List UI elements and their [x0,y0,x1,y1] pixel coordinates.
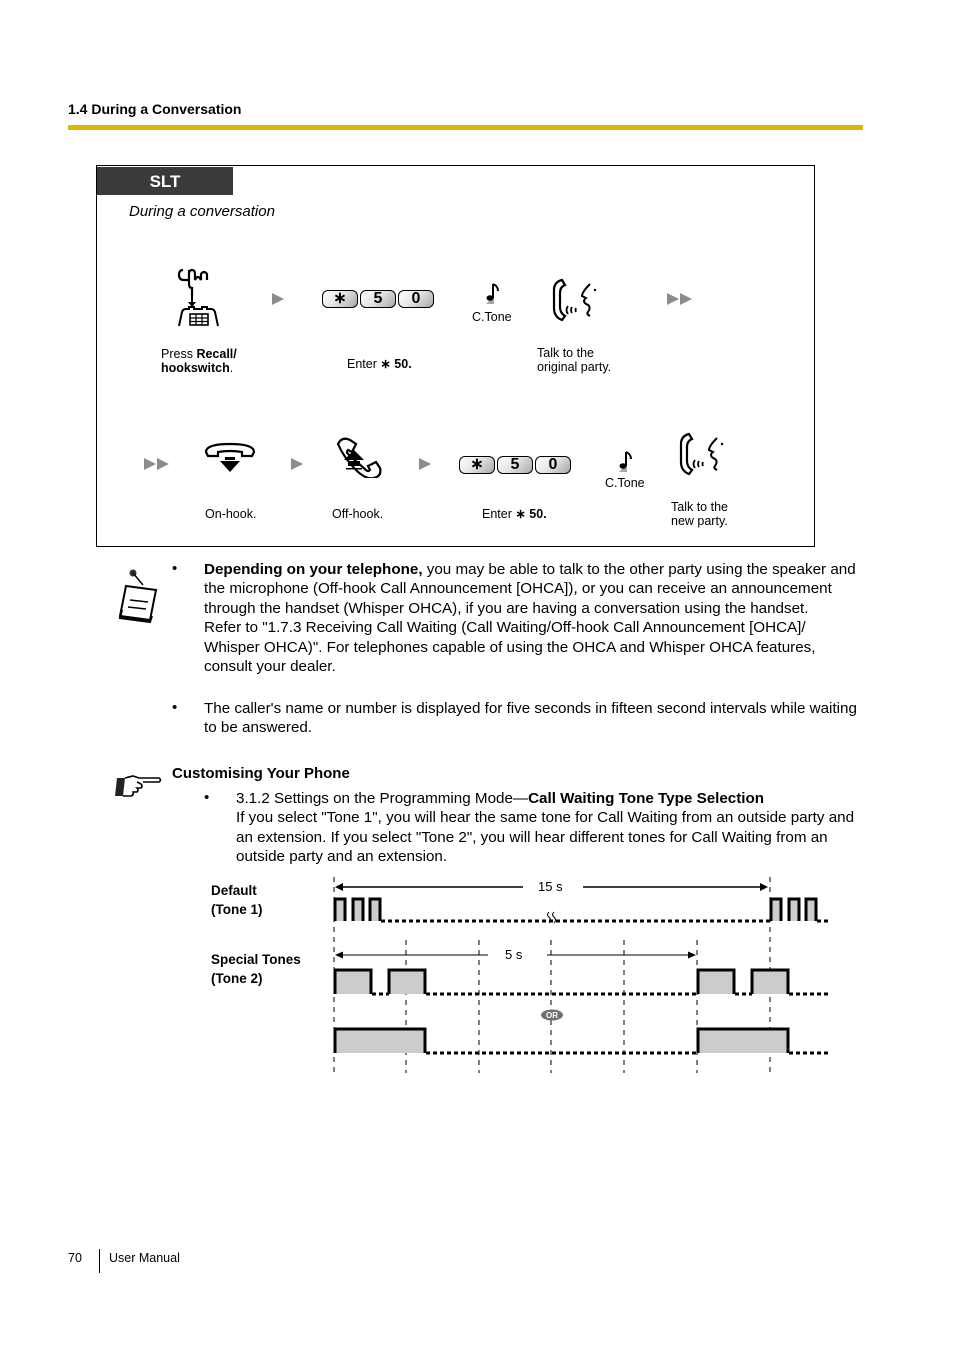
tone-pulse [333,897,347,921]
or-badge-label: OR [546,1011,558,1020]
tone-pulse [696,1027,790,1053]
code-label: ∗ 50. [380,357,412,371]
arrow-head-left [335,951,343,959]
special-label-line2: (Tone 2) [211,971,263,986]
caption-suffix: . [229,361,234,375]
next-arrow-icon [291,458,303,470]
continue-arrow-icon [144,458,169,470]
footer-divider [99,1249,100,1273]
off-hook-icon [336,437,382,478]
note-item-2: The caller's name or number is displayed… [204,700,857,737]
tone-pulse [696,968,736,994]
tone-pulse [333,1027,427,1053]
off-hook-caption: Off-hook. [332,507,384,521]
ctone-label: C.Tone [605,476,645,490]
note-reference: Refer to "1.7.3 Receiving Call Waiting (… [204,619,816,676]
notepad-icon [118,569,158,624]
customising-link-text[interactable]: 3.1.2 Settings on the Programming Mode— [236,790,528,807]
on-hook-icon [204,442,256,472]
code-label: ∗ 50. [515,507,547,521]
customising-heading: Customising Your Phone [172,765,350,782]
next-arrow-icon [272,293,284,305]
step-enter-code-caption: Enter ∗ 50. [347,357,412,371]
feature-code-keys: ∗ 5 0 [459,456,571,474]
special-tone-label: Special Tones (Tone 2) [211,950,301,988]
default-label-line2: (Tone 1) [211,902,263,917]
section-title: 1.4 During a Conversation [68,101,242,117]
bullet: • [204,789,210,806]
customising-item: 3.1.2 Settings on the Programming Mode—C… [236,789,856,867]
arrow-head-left [335,883,343,891]
on-hook-caption: On-hook. [205,507,257,521]
talk-original-caption: Talk to the original party. [537,346,612,374]
key-5: 5 [360,290,396,308]
note-item-1: Depending on your telephone, you may be … [204,560,859,676]
tone-pulse [333,968,373,994]
step-enter-code-caption: Enter ∗ 50. [482,507,547,521]
talk-new-caption: Talk to the new party. [671,500,728,528]
interval-5s-label: 5 s [505,947,523,962]
tone2a-pulses [333,968,790,994]
tone2b-pulses [333,1027,790,1053]
special-label-line1: Special Tones [211,952,301,967]
header-rule [68,125,863,130]
ctone-label: C.Tone [472,310,512,324]
next-arrow-icon [419,458,431,470]
tone-pulse [368,897,382,921]
tone-pulse [804,897,818,921]
key-0: 0 [398,290,434,308]
talk-handset-icon [552,278,597,322]
pointing-hand-icon [115,775,162,797]
confirmation-tone-icon [486,283,499,304]
interval-15s-label: 15 s [538,879,563,894]
step-press-recall-caption: Press Recall/hookswitch. [161,347,237,375]
bullet: • [172,560,178,577]
tone1-pulses [333,897,818,921]
key-star: ∗ [459,456,495,474]
confirmation-tone-icon [619,451,632,472]
tone-pulse [787,897,801,921]
caption-prefix: Press [161,347,197,361]
procedure-subtitle: During a conversation [129,203,275,220]
tone-pulse [351,897,365,921]
caption-prefix: Enter [347,357,381,371]
arrow-head-right [688,951,696,959]
tone-pulse [750,968,790,994]
customising-setting-name: Call Waiting Tone Type Selection [528,790,765,807]
note-bold: Depending on your telephone, [204,561,423,578]
talk-handset-icon [679,432,724,476]
recall-hookswitch-icon [177,268,219,327]
key-star: ∗ [322,290,358,308]
slt-tab: SLT [97,167,233,195]
page-number: 70 [68,1251,82,1265]
customising-description: If you select "Tone 1", you will hear th… [236,809,855,866]
default-label-line1: Default [211,883,257,898]
key-0: 0 [535,456,571,474]
footer-doc-title: User Manual [109,1251,180,1265]
bullet: • [172,699,178,716]
key-5: 5 [497,456,533,474]
caption-prefix: Enter [482,507,516,521]
default-tone-label: Default (Tone 1) [211,881,263,919]
tone-timing-diagram: OR [333,877,830,1073]
arrow-head-right [760,883,768,891]
tone-pulse [769,897,783,921]
tone-pulse [387,968,427,994]
feature-code-keys: ∗ 5 0 [322,290,434,308]
continue-arrow-icon [667,293,692,305]
